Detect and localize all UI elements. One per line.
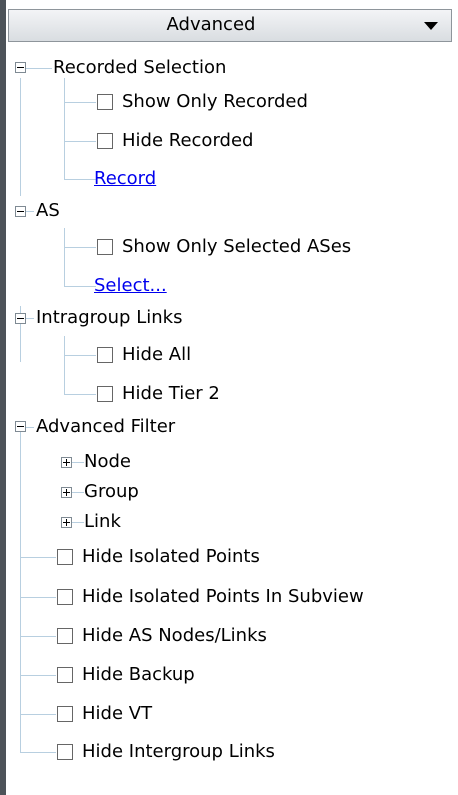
tree-line <box>64 286 96 287</box>
hide-vt-label[interactable]: Hide VT <box>82 703 152 725</box>
filter-tree: Recorded Selection Show Only Recorded Hi… <box>8 45 458 795</box>
collapse-icon[interactable] <box>15 313 26 324</box>
tree-line <box>20 597 56 598</box>
tree-line <box>72 522 84 523</box>
tree-line <box>26 427 34 428</box>
expand-icon[interactable] <box>61 517 72 528</box>
hide-recorded-checkbox[interactable] <box>97 133 113 149</box>
hide-all-label[interactable]: Hide All <box>122 344 191 366</box>
show-only-selected-ases-checkbox[interactable] <box>97 239 113 255</box>
tree-line <box>20 431 21 752</box>
hide-intergroup-links-label[interactable]: Hide Intergroup Links <box>82 741 275 763</box>
hide-vt-checkbox[interactable] <box>57 706 73 722</box>
hide-as-nodes-links-label[interactable]: Hide AS Nodes/Links <box>82 625 267 647</box>
select-link[interactable]: Select... <box>94 275 167 297</box>
node-link[interactable]: Link <box>84 511 121 533</box>
advanced-dropdown[interactable]: Advanced <box>8 9 452 42</box>
hide-tier-2-label[interactable]: Hide Tier 2 <box>122 383 220 405</box>
hide-tier-2-checkbox[interactable] <box>97 386 113 402</box>
hide-recorded-label[interactable]: Hide Recorded <box>122 130 253 152</box>
dropdown-title: Advanced <box>166 14 256 35</box>
tree-line <box>64 179 96 180</box>
tree-line <box>20 78 21 196</box>
node-intragroup-links[interactable]: Intragroup Links <box>36 307 182 329</box>
node-recorded-selection[interactable]: Recorded Selection <box>53 57 226 79</box>
hide-backup-label[interactable]: Hide Backup <box>82 664 195 686</box>
tree-line <box>20 752 56 753</box>
show-only-selected-ases-label[interactable]: Show Only Selected ASes <box>122 236 351 258</box>
tree-line <box>64 78 65 179</box>
tree-line <box>20 636 56 637</box>
hide-all-checkbox[interactable] <box>97 347 113 363</box>
chevron-down-icon[interactable] <box>424 22 438 30</box>
tree-line <box>20 714 56 715</box>
collapse-icon[interactable] <box>15 62 26 73</box>
tree-line <box>64 336 65 394</box>
tree-line <box>20 675 56 676</box>
tree-line <box>64 228 65 286</box>
hide-intergroup-links-checkbox[interactable] <box>57 744 73 760</box>
node-as[interactable]: AS <box>36 200 60 222</box>
tree-line <box>20 557 56 558</box>
window-frame <box>0 0 6 795</box>
tree-line <box>72 492 84 493</box>
expand-icon[interactable] <box>61 457 72 468</box>
node-node[interactable]: Node <box>84 451 131 473</box>
tree-line <box>72 462 84 463</box>
hide-isolated-points-subview-checkbox[interactable] <box>57 589 73 605</box>
node-advanced-filter[interactable]: Advanced Filter <box>36 416 175 438</box>
tree-line <box>64 247 96 248</box>
hide-as-nodes-links-checkbox[interactable] <box>57 628 73 644</box>
tree-line <box>26 211 34 212</box>
hide-isolated-points-subview-label[interactable]: Hide Isolated Points In Subview <box>82 586 364 608</box>
hide-isolated-points-label[interactable]: Hide Isolated Points <box>82 546 260 568</box>
tree-line <box>26 318 34 319</box>
tree-line <box>64 394 96 395</box>
tree-line <box>64 141 96 142</box>
expand-icon[interactable] <box>61 487 72 498</box>
show-only-recorded-checkbox[interactable] <box>97 94 113 110</box>
tree-line <box>64 102 96 103</box>
node-group[interactable]: Group <box>84 481 139 503</box>
collapse-icon[interactable] <box>15 206 26 217</box>
hide-backup-checkbox[interactable] <box>57 667 73 683</box>
hide-isolated-points-checkbox[interactable] <box>57 549 73 565</box>
collapse-icon[interactable] <box>15 421 26 432</box>
record-link[interactable]: Record <box>94 168 156 190</box>
tree-line <box>64 355 96 356</box>
tree-line <box>26 68 52 69</box>
show-only-recorded-label[interactable]: Show Only Recorded <box>122 91 308 113</box>
